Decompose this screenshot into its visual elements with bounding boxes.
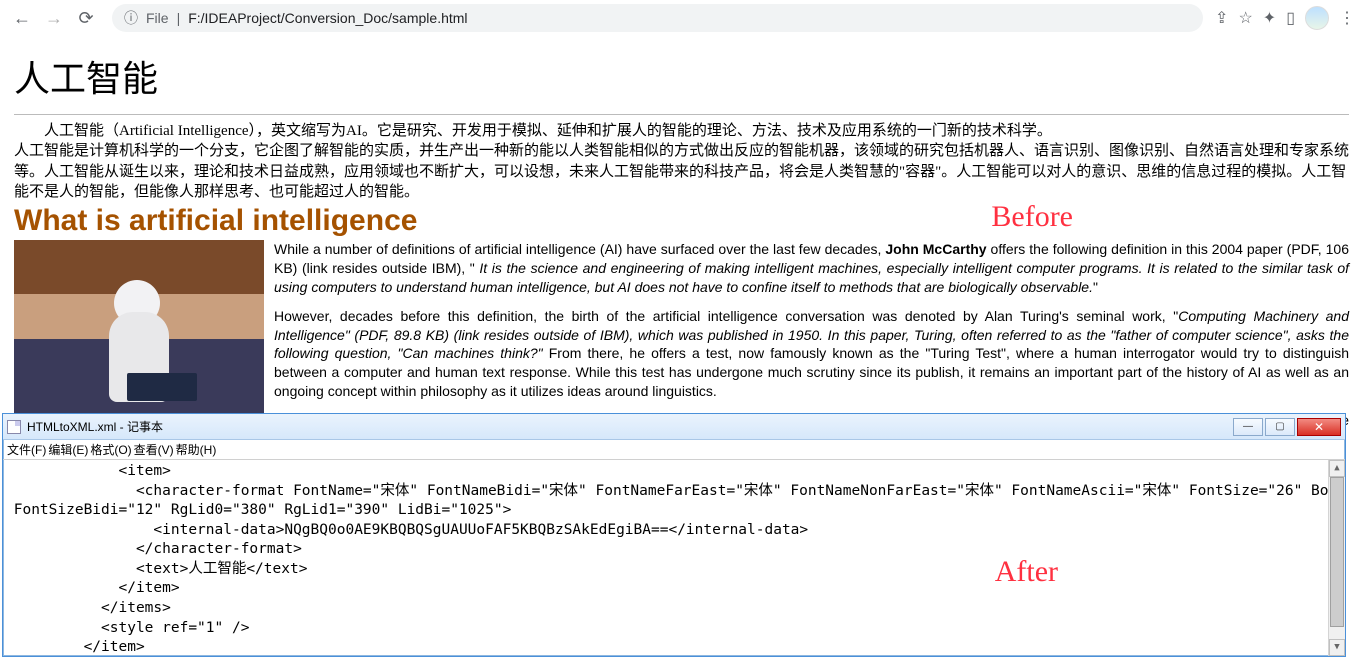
article-p1: While a number of definitions of artific…: [274, 240, 1349, 297]
cn-para-line1: 人工智能（Artificial Intelligence），英文缩写为AI。它是…: [14, 121, 1349, 141]
address-prefix: File: [146, 10, 169, 26]
toolbar-right-icons: ⇪ ☆ ✦ ▯ ⋮: [1215, 6, 1355, 30]
menu-help[interactable]: 帮助(H): [176, 441, 217, 458]
xml-line: <style ref="1" />: [5, 619, 1343, 639]
info-icon: ⓘ: [124, 8, 138, 28]
share-icon[interactable]: ⇪: [1215, 8, 1228, 28]
menu-edit[interactable]: 编辑(E): [48, 441, 88, 458]
bookmark-icon[interactable]: ☆: [1238, 8, 1252, 28]
menu-icon[interactable]: ⋮: [1339, 8, 1355, 28]
robot-image: [14, 240, 264, 420]
page-title-cn: 人工智能: [14, 50, 1349, 102]
author-bold: John McCarthy: [885, 241, 986, 257]
cn-intro-paragraph: 人工智能（Artificial Intelligence），英文缩写为AI。它是…: [14, 121, 1349, 202]
scrollbar-vertical[interactable]: ▲ ▼: [1328, 460, 1345, 656]
notepad-menubar: 文件(F) 编辑(E) 格式(O) 查看(V) 帮助(H): [3, 440, 1345, 460]
browser-toolbar: ← → ⟳ ⓘ File | F:/IDEAProject/Conversion…: [0, 0, 1363, 36]
minimize-button[interactable]: —: [1233, 418, 1263, 436]
xml-line: FontSizeBidi="12" RgLid0="380" RgLid1="3…: [5, 501, 1343, 521]
xml-line: </items>: [5, 599, 1343, 619]
close-button[interactable]: ✕: [1297, 418, 1341, 436]
notepad-title-text: HTMLtoXML.xml - 记事本: [27, 418, 163, 435]
xml-line: <internal-data>NQgBQ0o0AE9KBQBQSgUAUUoFA…: [5, 521, 1343, 541]
address-sep: |: [177, 10, 181, 26]
page-content: 人工智能 人工智能（Artificial Intelligence），英文缩写为…: [0, 36, 1363, 459]
notepad-titlebar[interactable]: HTMLtoXML.xml - 记事本 — ▢ ✕: [3, 414, 1345, 440]
article-p2: However, decades before this definition,…: [274, 307, 1349, 401]
xml-line: </item>: [5, 579, 1343, 599]
menu-view[interactable]: 查看(V): [134, 441, 174, 458]
cn-para-line2: 人工智能是计算机科学的一个分支，它企图了解智能的实质，并生产出一种新的能以人类智…: [14, 143, 1349, 200]
notepad-body[interactable]: <item> <character-format FontName="宋体" F…: [3, 460, 1345, 656]
scroll-down-icon[interactable]: ▼: [1329, 639, 1345, 656]
maximize-button[interactable]: ▢: [1265, 418, 1295, 436]
xml-line: <character-format FontName="宋体" FontName…: [5, 482, 1343, 502]
reading-list-icon[interactable]: ▯: [1286, 8, 1295, 28]
extensions-icon[interactable]: ✦: [1263, 8, 1276, 28]
xml-line: </character-format>: [5, 540, 1343, 560]
address-bar[interactable]: ⓘ File | F:/IDEAProject/Conversion_Doc/s…: [112, 4, 1203, 32]
profile-avatar[interactable]: [1305, 6, 1329, 30]
scroll-thumb[interactable]: [1330, 477, 1344, 627]
scroll-up-icon[interactable]: ▲: [1329, 460, 1345, 477]
divider: [14, 114, 1349, 115]
xml-line: <item>: [5, 462, 1343, 482]
menu-file[interactable]: 文件(F): [7, 441, 46, 458]
reload-button[interactable]: ⟳: [72, 4, 100, 32]
address-url: F:/IDEAProject/Conversion_Doc/sample.htm…: [188, 10, 467, 26]
before-label: Before: [991, 200, 1073, 234]
page-title-en: What is artificial intelligence: [14, 204, 1349, 238]
back-button[interactable]: ←: [8, 4, 36, 32]
xml-line: </item>: [5, 638, 1343, 656]
xml-line: <text>人工智能</text>: [5, 560, 1343, 580]
after-label: After: [995, 555, 1058, 589]
document-icon: [7, 420, 21, 434]
forward-button[interactable]: →: [40, 4, 68, 32]
menu-format[interactable]: 格式(O): [90, 441, 131, 458]
notepad-window: HTMLtoXML.xml - 记事本 — ▢ ✕ 文件(F) 编辑(E) 格式…: [2, 413, 1346, 657]
